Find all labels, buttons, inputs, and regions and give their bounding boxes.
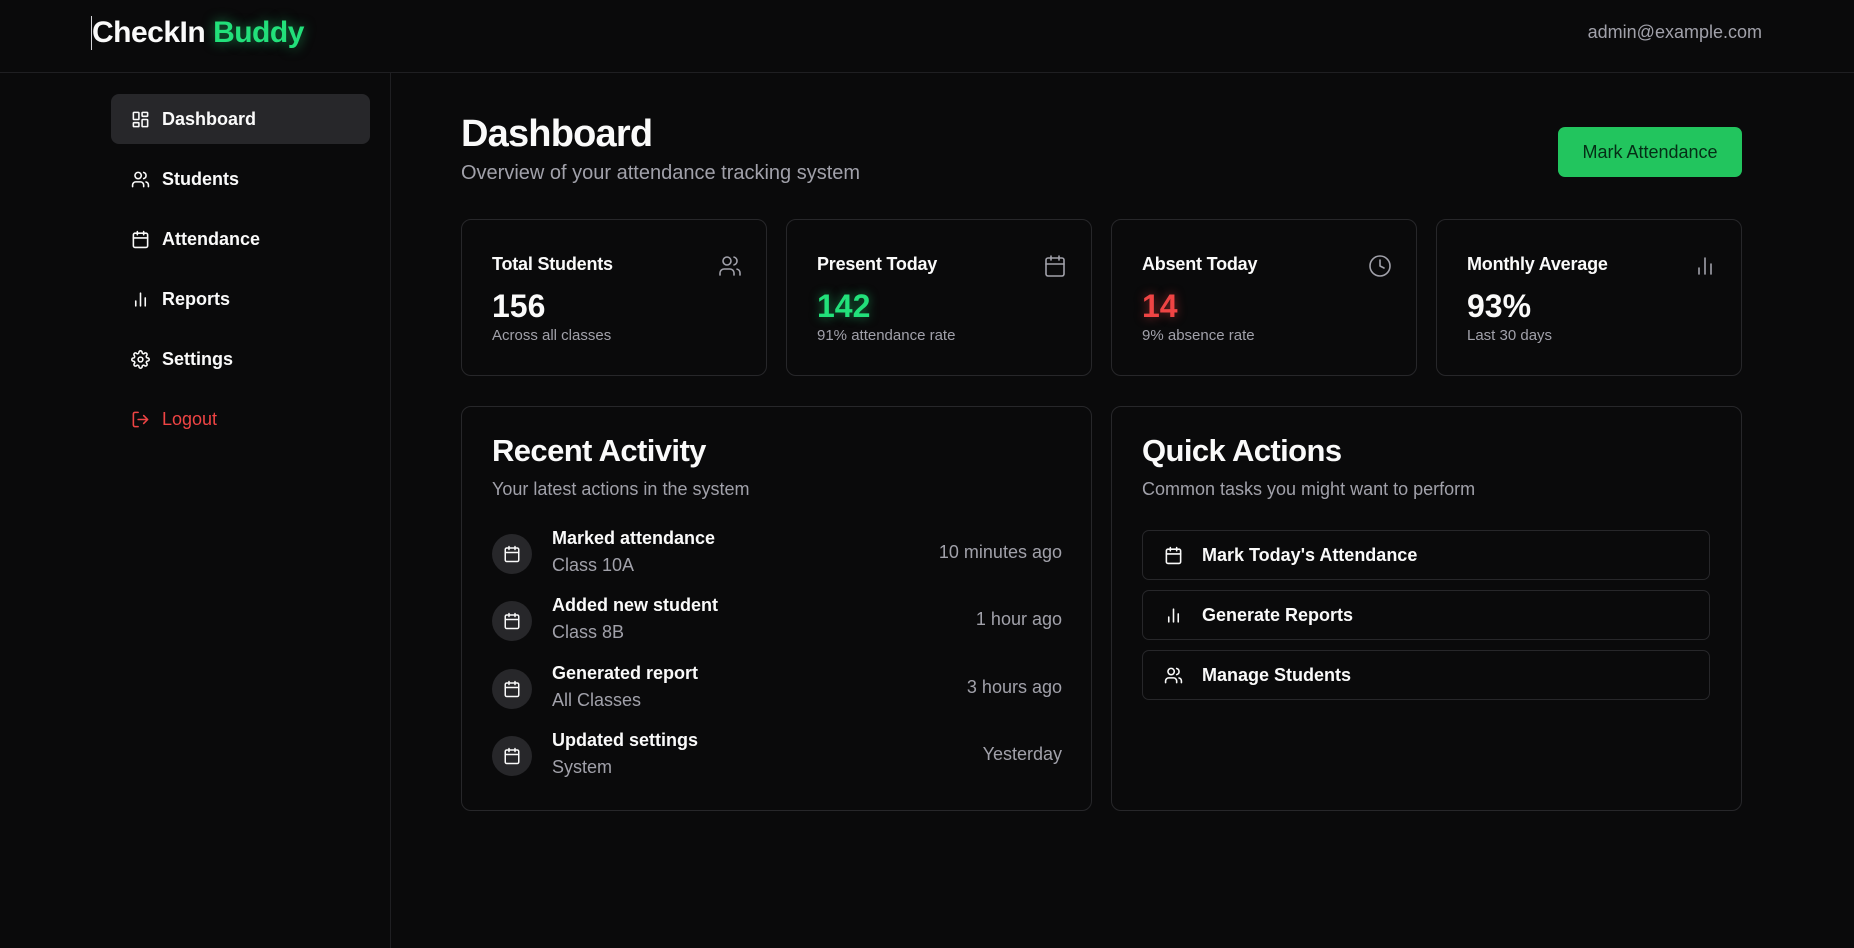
stat-caption: 91% attendance rate <box>817 327 956 344</box>
activity-item: Updated settings System Yesterday <box>492 730 1062 784</box>
users-icon <box>1164 666 1183 685</box>
activity-title: Updated settings <box>552 730 699 750</box>
activity-item: Generated report All Classes 3 hours ago <box>492 663 1062 717</box>
bar-chart-icon <box>1693 254 1717 278</box>
sidebar-item-label: Settings <box>162 348 234 369</box>
stat-card-monthly-average: Monthly Average 93% Last 30 days <box>1436 219 1742 376</box>
activity-detail: System <box>552 757 613 777</box>
stat-label: Monthly Average <box>1467 254 1608 274</box>
sidebar-item-students[interactable]: Students <box>111 154 370 204</box>
clock-icon <box>1368 254 1392 278</box>
page-title: Dashboard <box>461 113 653 155</box>
calendar-icon <box>492 736 532 776</box>
activity-time: 3 hours ago <box>966 677 1062 697</box>
activity-time: 10 minutes ago <box>938 542 1062 562</box>
sidebar-item-label: Attendance <box>162 228 261 249</box>
action-label: Generate Reports <box>1202 604 1354 625</box>
bar-chart-icon <box>131 290 150 309</box>
activity-detail: Class 10A <box>552 555 635 575</box>
stat-card-present-today: Present Today 142 91% attendance rate <box>786 219 1092 376</box>
app-logo[interactable]: CheckIn Buddy <box>91 16 304 50</box>
stat-label: Absent Today <box>1142 254 1258 274</box>
stat-caption: Across all classes <box>492 327 612 344</box>
sidebar-item-label: Dashboard <box>162 108 257 129</box>
stat-value: 93% <box>1467 288 1532 324</box>
sidebar-item-label: Students <box>162 168 240 189</box>
calendar-icon <box>1043 254 1067 278</box>
action-label: Mark Today's Attendance <box>1202 544 1418 565</box>
panel-title: Recent Activity <box>492 433 706 468</box>
sidebar: Dashboard Students Attendance Reports Se… <box>0 73 391 948</box>
activity-item: Added new student Class 8B 1 hour ago <box>492 595 1062 649</box>
user-email[interactable]: admin@example.com <box>1588 22 1762 43</box>
activity-title: Marked attendance <box>552 528 716 548</box>
calendar-icon <box>1164 546 1183 565</box>
sidebar-item-logout[interactable]: Logout <box>111 394 370 444</box>
panel-subtitle: Your latest actions in the system <box>492 479 750 499</box>
stat-caption: Last 30 days <box>1467 327 1553 344</box>
stat-caption: 9% absence rate <box>1142 327 1255 344</box>
logout-icon <box>131 410 150 429</box>
manage-students-button[interactable]: Manage Students <box>1142 650 1710 700</box>
activity-time: 1 hour ago <box>975 609 1062 629</box>
panel-subtitle: Common tasks you might want to perform <box>1142 479 1476 499</box>
activity-title: Generated report <box>552 663 699 683</box>
stat-label: Present Today <box>817 254 938 274</box>
calendar-icon <box>131 230 150 249</box>
activity-detail: All Classes <box>552 690 642 710</box>
mark-attendance-button[interactable]: Mark Attendance <box>1558 127 1742 177</box>
brand-name: CheckIn <box>92 16 206 49</box>
stat-label: Total Students <box>492 254 613 274</box>
calendar-icon <box>492 669 532 709</box>
users-icon <box>131 170 150 189</box>
top-bar: CheckIn Buddy admin@example.com <box>0 0 1854 73</box>
sidebar-item-attendance[interactable]: Attendance <box>111 214 370 264</box>
sidebar-item-label: Reports <box>162 288 231 309</box>
sidebar-item-dashboard[interactable]: Dashboard <box>111 94 370 144</box>
brand-accent: Buddy <box>213 16 304 49</box>
calendar-icon <box>492 601 532 641</box>
gear-icon <box>131 349 150 369</box>
action-label: Manage Students <box>1202 664 1352 685</box>
sidebar-item-reports[interactable]: Reports <box>111 274 370 324</box>
activity-detail: Class 8B <box>552 622 625 642</box>
page-subtitle: Overview of your attendance tracking sys… <box>461 162 861 184</box>
bar-chart-icon <box>1164 606 1183 625</box>
panel-title: Quick Actions <box>1142 433 1342 468</box>
sidebar-item-settings[interactable]: Settings <box>111 334 370 384</box>
dashboard-icon <box>131 110 150 129</box>
calendar-icon <box>492 534 532 574</box>
stat-value: 142 <box>817 288 871 324</box>
stat-value: 156 <box>492 288 546 324</box>
activity-time: Yesterday <box>982 744 1062 764</box>
sidebar-item-label: Logout <box>162 408 218 429</box>
activity-item: Marked attendance Class 10A 10 minutes a… <box>492 528 1062 582</box>
stat-value: 14 <box>1142 288 1178 324</box>
mark-todays-attendance-button[interactable]: Mark Today's Attendance <box>1142 530 1710 580</box>
users-icon <box>718 254 742 278</box>
stat-card-absent-today: Absent Today 14 9% absence rate <box>1111 219 1417 376</box>
activity-title: Added new student <box>552 595 718 615</box>
generate-reports-button[interactable]: Generate Reports <box>1142 590 1710 640</box>
stat-card-total-students: Total Students 156 Across all classes <box>461 219 767 376</box>
recent-activity-panel: Recent Activity Your latest actions in t… <box>461 406 1092 811</box>
quick-actions-panel: Quick Actions Common tasks you might wan… <box>1111 406 1742 811</box>
